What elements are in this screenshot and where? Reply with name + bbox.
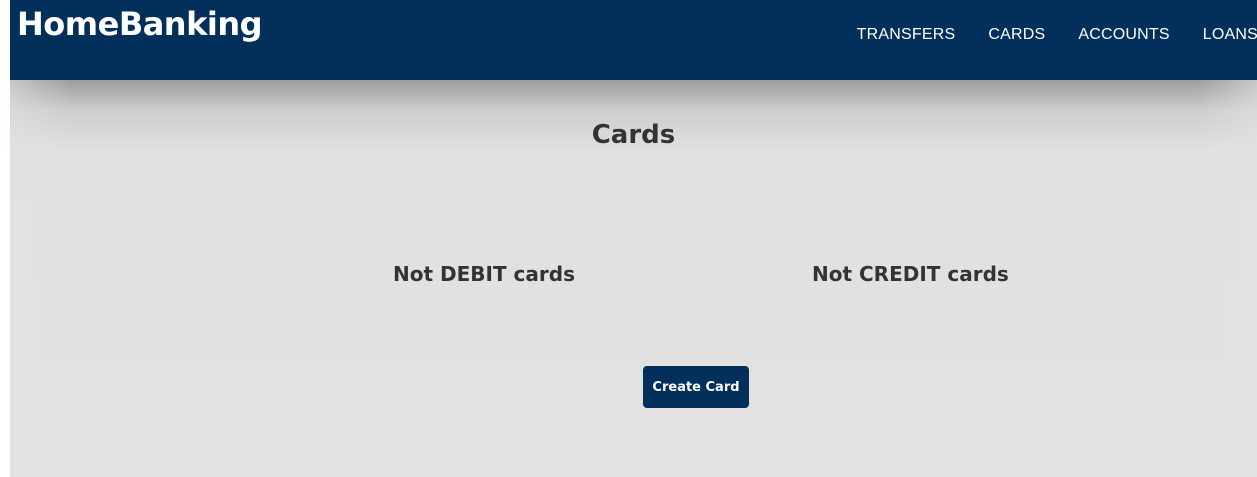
brand-logo[interactable]: HomeBanking [17,8,263,40]
main-nav: TRANSFERS CARDS ACCOUNTS LOANS [857,25,1257,45]
nav-link-cards[interactable]: CARDS [988,25,1045,45]
create-card-button[interactable]: Create Card [643,366,749,408]
app-window: HomeBanking TRANSFERS CARDS ACCOUNTS LOA… [10,0,1257,477]
nav-link-accounts[interactable]: ACCOUNTS [1078,25,1169,45]
nav-link-loans[interactable]: LOANS [1203,25,1257,45]
nav-link-transfers[interactable]: TRANSFERS [857,25,956,45]
cards-content: Cards Not DEBIT cards Not CREDIT cards C… [10,80,1257,477]
page-title: Cards [591,120,676,150]
navbar: HomeBanking TRANSFERS CARDS ACCOUNTS LOA… [10,0,1257,80]
debit-cards-empty-message: Not DEBIT cards [393,262,575,286]
credit-cards-empty-message: Not CREDIT cards [812,262,1009,286]
